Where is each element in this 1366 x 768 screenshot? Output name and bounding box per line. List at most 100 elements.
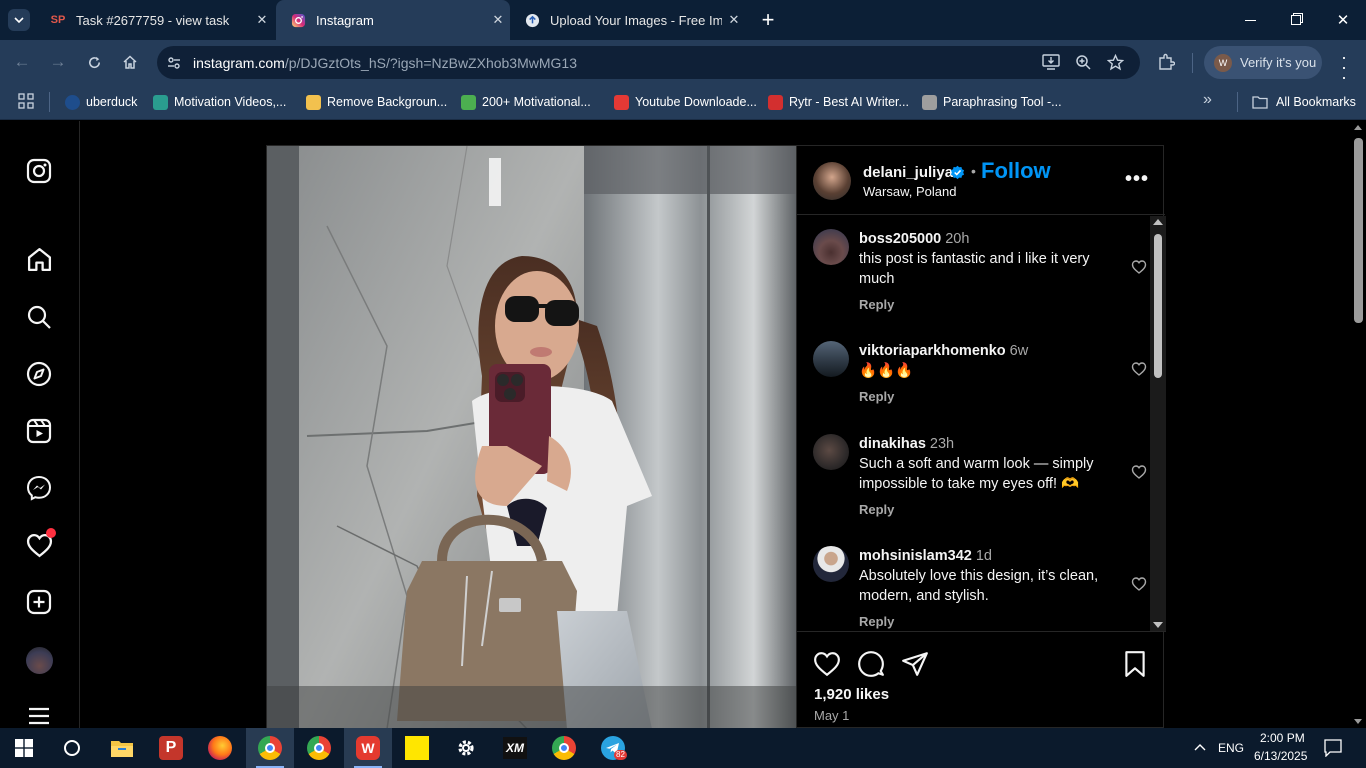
browser-menu-button[interactable]: · · · bbox=[1334, 48, 1354, 86]
comment-like-heart-icon[interactable] bbox=[1131, 259, 1147, 275]
comment-username[interactable]: viktoriaparkhomenko bbox=[859, 343, 1006, 359]
like-count[interactable]: 1,920 likes bbox=[814, 686, 889, 703]
author-avatar[interactable] bbox=[813, 162, 851, 200]
save-bookmark-icon[interactable] bbox=[1121, 650, 1149, 678]
forward-button[interactable]: → bbox=[46, 50, 70, 74]
scroll-up-arrow-icon[interactable] bbox=[1354, 125, 1362, 130]
address-bar[interactable]: instagram.com/p/DJGztOts_hS/?igsh=NzBwZX… bbox=[157, 46, 1140, 79]
comment-like-heart-icon[interactable] bbox=[1131, 464, 1147, 480]
comment-bubble-icon[interactable] bbox=[857, 650, 885, 678]
restore-button[interactable] bbox=[1284, 12, 1308, 28]
bookmark-rytr[interactable]: Rytr - Best AI Writer... bbox=[768, 93, 909, 111]
comment-time[interactable]: 6w bbox=[1010, 343, 1029, 359]
close-tab-icon[interactable]: ✕ bbox=[722, 12, 746, 28]
nav-profile[interactable] bbox=[24, 645, 54, 675]
author-username[interactable]: delani_juliya bbox=[863, 164, 953, 181]
zoom-icon[interactable] bbox=[1075, 54, 1092, 71]
bookmark-star-icon[interactable] bbox=[1107, 54, 1124, 71]
taskbar-telegram[interactable]: 82 bbox=[589, 728, 637, 768]
comment-username[interactable]: boss205000 bbox=[859, 231, 941, 247]
taskbar-chrome[interactable] bbox=[295, 728, 343, 768]
nav-messages[interactable] bbox=[24, 473, 54, 503]
reply-button[interactable]: Reply bbox=[859, 502, 894, 517]
tab-upload-images[interactable]: Upload Your Images - Free Imag ✕ bbox=[510, 0, 746, 40]
taskbar-firefox[interactable] bbox=[196, 728, 244, 768]
bookmark-motivation-videos[interactable]: Motivation Videos,... bbox=[153, 93, 286, 111]
clock-time[interactable]: 2:00 PM bbox=[1260, 731, 1305, 745]
comment-like-heart-icon[interactable] bbox=[1131, 361, 1147, 377]
comment-username[interactable]: mohsinislam342 bbox=[859, 548, 972, 564]
comment-time[interactable]: 20h bbox=[945, 231, 969, 247]
notification-center-icon[interactable] bbox=[1324, 739, 1342, 757]
close-tab-icon[interactable]: ✕ bbox=[486, 12, 510, 28]
comment-time[interactable]: 1d bbox=[976, 548, 992, 564]
post-date[interactable]: May 1 bbox=[814, 708, 849, 723]
home-button[interactable] bbox=[118, 50, 142, 74]
clock-date[interactable]: 6/13/2025 bbox=[1254, 749, 1307, 763]
install-app-icon[interactable] bbox=[1042, 54, 1060, 71]
scroll-down-arrow-icon[interactable] bbox=[1153, 622, 1163, 628]
nav-reels[interactable] bbox=[24, 416, 54, 446]
share-send-icon[interactable] bbox=[901, 650, 929, 678]
chevron-up-icon[interactable] bbox=[1194, 742, 1206, 752]
scroll-down-arrow-icon[interactable] bbox=[1354, 719, 1362, 724]
comment-avatar[interactable] bbox=[813, 341, 849, 377]
nav-home[interactable] bbox=[24, 244, 54, 274]
page-scroll-thumb[interactable] bbox=[1354, 138, 1363, 323]
comment-avatar[interactable] bbox=[813, 546, 849, 582]
bookmark-uberduck[interactable]: uberduck bbox=[65, 93, 137, 111]
like-heart-icon[interactable] bbox=[813, 650, 841, 678]
taskbar-chrome-alt[interactable] bbox=[540, 728, 588, 768]
page-scrollbar[interactable] bbox=[1350, 121, 1366, 728]
post-location[interactable]: Warsaw, Poland bbox=[863, 184, 956, 199]
comment-time[interactable]: 23h bbox=[930, 436, 954, 452]
start-button[interactable] bbox=[0, 728, 48, 768]
all-bookmarks[interactable]: All Bookmarks bbox=[1252, 93, 1356, 111]
nav-notifications[interactable] bbox=[24, 528, 56, 560]
comments-scroll-thumb[interactable] bbox=[1154, 234, 1162, 378]
follow-button[interactable]: Follow bbox=[981, 158, 1051, 184]
more-bookmarks-button[interactable]: » bbox=[1203, 91, 1212, 109]
new-tab-button[interactable]: + bbox=[757, 7, 779, 32]
bookmark-remove-background[interactable]: Remove Backgroun... bbox=[306, 93, 447, 111]
taskbar-search[interactable] bbox=[48, 728, 96, 768]
scroll-up-arrow-icon[interactable] bbox=[1153, 219, 1163, 225]
nav-create[interactable] bbox=[24, 587, 54, 617]
profile-verify-button[interactable]: W Verify it's you bbox=[1204, 46, 1322, 79]
nav-more[interactable] bbox=[24, 701, 54, 731]
bookmark-paraphrasing-tool[interactable]: Paraphrasing Tool -... bbox=[922, 93, 1062, 111]
instagram-logo[interactable] bbox=[24, 156, 54, 186]
bookmark-youtube-downloader[interactable]: Youtube Downloade... bbox=[614, 93, 757, 111]
tab-instagram[interactable]: Instagram ✕ bbox=[276, 0, 510, 40]
close-window-button[interactable]: ✕ bbox=[1331, 11, 1355, 29]
taskbar-wps-office[interactable]: W bbox=[344, 728, 392, 768]
taskbar-file-explorer[interactable] bbox=[98, 728, 146, 768]
comment-avatar[interactable] bbox=[813, 229, 849, 265]
back-button[interactable]: ← bbox=[10, 50, 34, 74]
tab-task[interactable]: SP Task #2677759 - view task ✕ bbox=[36, 0, 274, 40]
comment-username[interactable]: dinakihas bbox=[859, 436, 926, 452]
nav-explore[interactable] bbox=[24, 359, 54, 389]
taskbar-exness[interactable] bbox=[393, 728, 441, 768]
taskbar-settings[interactable] bbox=[442, 728, 490, 768]
reload-button[interactable] bbox=[82, 50, 106, 74]
comment-like-heart-icon[interactable] bbox=[1131, 576, 1147, 592]
reply-button[interactable]: Reply bbox=[859, 614, 894, 629]
extensions-icon[interactable] bbox=[1157, 53, 1175, 71]
site-info-icon[interactable] bbox=[166, 55, 182, 71]
comments-scrollbar[interactable] bbox=[1150, 216, 1166, 631]
more-options-icon[interactable]: ••• bbox=[1125, 168, 1149, 191]
reply-button[interactable]: Reply bbox=[859, 297, 894, 312]
bookmark-motivational[interactable]: 200+ Motivational... bbox=[461, 93, 591, 111]
taskbar-chrome-profile[interactable] bbox=[246, 728, 294, 768]
reply-button[interactable]: Reply bbox=[859, 389, 894, 404]
url-text[interactable]: instagram.com/p/DJGztOts_hS/?igsh=NzBwZX… bbox=[193, 55, 577, 71]
tab-search-button[interactable] bbox=[8, 9, 30, 31]
close-tab-icon[interactable]: ✕ bbox=[250, 12, 274, 28]
comment-avatar[interactable] bbox=[813, 434, 849, 470]
apps-grid-icon[interactable] bbox=[18, 93, 34, 109]
taskbar-xm[interactable]: XM bbox=[491, 728, 539, 768]
post-image[interactable] bbox=[267, 146, 796, 729]
language-indicator[interactable]: ENG bbox=[1218, 741, 1244, 755]
minimize-button[interactable] bbox=[1238, 12, 1262, 28]
